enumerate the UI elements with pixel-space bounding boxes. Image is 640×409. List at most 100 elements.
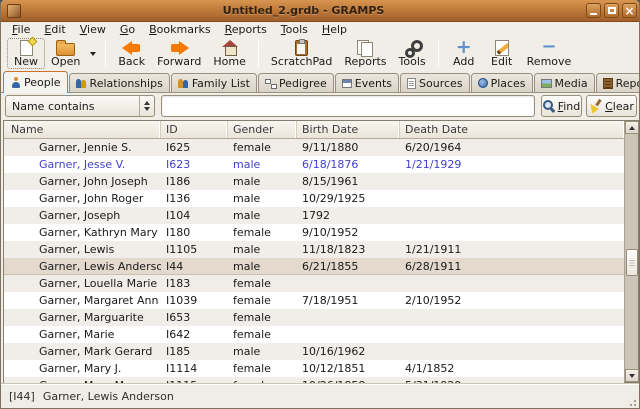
cell-id: I1105	[161, 241, 228, 258]
cell-birth	[297, 309, 400, 326]
table-row[interactable]: Garner, Jennie S.I625female9/11/18806/20…	[4, 139, 624, 156]
cell-death	[400, 173, 624, 190]
menubar: File Edit View Go Bookmarks Reports Tool…	[1, 22, 639, 37]
tab-media[interactable]: Media	[534, 73, 595, 92]
table-row[interactable]: Garner, MarguariteI653female	[4, 309, 624, 326]
table-row[interactable]: Garner, John RogerI136male10/29/1925	[4, 190, 624, 207]
table-row[interactable]: Garner, LewisI1105male11/18/18231/21/191…	[4, 241, 624, 258]
table-row[interactable]: Garner, Louella MarieI183female	[4, 275, 624, 292]
new-button[interactable]: New	[7, 38, 45, 69]
cell-name: Garner, Jesse V.	[4, 156, 161, 173]
resize-grip-icon[interactable]	[628, 398, 636, 406]
scroll-up-button[interactable]	[625, 121, 639, 134]
home-button[interactable]: Home	[207, 38, 251, 69]
scroll-down-button[interactable]	[625, 369, 639, 382]
documents-icon	[357, 40, 373, 56]
person-icon	[10, 77, 21, 88]
table-row[interactable]: Garner, Kathryn MaryI180female9/10/1952	[4, 224, 624, 241]
cell-birth: 10/12/1851	[297, 360, 400, 377]
table-row[interactable]: Garner, Mary J.I1114female10/12/18514/1/…	[4, 360, 624, 377]
forward-arrow-icon	[170, 41, 189, 55]
arrow-down-icon	[629, 374, 635, 378]
clear-button[interactable]: Clear	[586, 95, 637, 117]
close-button[interactable]: ×	[622, 3, 637, 18]
cell-death	[400, 343, 624, 360]
table-row[interactable]: Garner, Mark GerardI185male10/16/1962	[4, 343, 624, 360]
cell-gender: female	[228, 275, 297, 292]
toolbar-separator	[438, 41, 439, 67]
tab-family-list[interactable]: Family List	[171, 73, 257, 92]
table-row[interactable]: Garner, Margaret AnnI1039female7/18/1951…	[4, 292, 624, 309]
cell-death: 1/21/1929	[400, 156, 624, 173]
filter-type-select[interactable]: Name contains	[5, 95, 155, 117]
add-button[interactable]: Add	[445, 38, 483, 69]
menu-file[interactable]: File	[5, 22, 37, 37]
cell-gender: male	[228, 241, 297, 258]
menu-label: dit	[51, 23, 65, 36]
edit-button[interactable]: Edit	[483, 38, 521, 69]
scrollbar-thumb[interactable]	[626, 249, 638, 276]
titlebar[interactable]: Untitled_2.grdb - GRAMPS ×	[1, 0, 640, 22]
cell-death	[400, 190, 624, 207]
combo-spin-icon[interactable]	[139, 96, 154, 116]
column-header-id[interactable]: ID	[161, 121, 228, 138]
find-button[interactable]: Find	[541, 95, 582, 117]
cell-name: Garner, Louella Marie	[4, 275, 161, 292]
menu-go[interactable]: Go	[113, 22, 142, 37]
vertical-scrollbar[interactable]	[624, 121, 638, 382]
table-row[interactable]: Garner, Lewis AndersonI44male6/21/18556/…	[4, 258, 624, 275]
cell-id: I653	[161, 309, 228, 326]
reports-button[interactable]: Reports	[338, 38, 392, 69]
arrow-up-icon	[144, 101, 150, 105]
minus-icon	[541, 40, 556, 55]
repository-icon	[603, 78, 613, 89]
filter-search-input[interactable]	[161, 95, 535, 117]
tab-events[interactable]: Events	[335, 73, 399, 92]
table-row[interactable]: Garner, JosephI104male1792	[4, 207, 624, 224]
tools-label: Tools	[399, 56, 426, 68]
cell-birth: 10/16/1962	[297, 343, 400, 360]
tab-relationships[interactable]: Relationships	[69, 73, 170, 92]
remove-button[interactable]: Remove	[521, 38, 578, 69]
maximize-button[interactable]	[604, 3, 619, 18]
menu-reports[interactable]: Reports	[218, 22, 274, 37]
open-dropdown-button[interactable]	[86, 38, 99, 69]
table-row[interactable]: Garner, John JosephI186male8/15/1961	[4, 173, 624, 190]
back-button[interactable]: Back	[112, 38, 151, 69]
remove-label: Remove	[527, 56, 572, 68]
clear-label: Clear	[605, 100, 634, 113]
tab-places[interactable]: Places	[471, 73, 533, 92]
column-header-death-date[interactable]: Death Date	[400, 121, 624, 138]
cell-birth: 7/18/1951	[297, 292, 400, 309]
menu-view[interactable]: View	[73, 22, 113, 37]
filter-type-value: Name contains	[12, 100, 95, 113]
table-row[interactable]: Garner, MarieI642female	[4, 326, 624, 343]
cell-death	[400, 207, 624, 224]
cell-gender: male	[228, 207, 297, 224]
menu-edit[interactable]: Edit	[37, 22, 72, 37]
menu-tools[interactable]: Tools	[274, 22, 315, 37]
arrow-up-icon	[629, 126, 635, 130]
scratchpad-button[interactable]: ScratchPad	[265, 38, 339, 69]
cell-birth	[297, 326, 400, 343]
cell-name: Garner, Lewis	[4, 241, 161, 258]
tab-pedigree[interactable]: Pedigree	[258, 73, 334, 92]
minimize-button[interactable]	[586, 3, 601, 18]
menu-help[interactable]: Help	[315, 22, 354, 37]
column-header-gender[interactable]: Gender	[228, 121, 297, 138]
table-row[interactable]: Garner, Jesse V.I623male6/18/18761/21/19…	[4, 156, 624, 173]
tab-repositories[interactable]: Repositories	[596, 73, 640, 92]
source-icon	[407, 78, 416, 89]
forward-button[interactable]: Forward	[151, 38, 207, 69]
menu-bookmarks[interactable]: Bookmarks	[142, 22, 217, 37]
column-header-birth-date[interactable]: Birth Date	[297, 121, 400, 138]
home-label: Home	[213, 56, 245, 68]
tab-label: Media	[555, 77, 588, 90]
chevron-down-icon	[90, 52, 96, 56]
menu-label: ookmarks	[157, 23, 211, 36]
column-header-name[interactable]: Name	[4, 121, 161, 138]
tab-people[interactable]: People	[3, 71, 68, 93]
open-button[interactable]: Open	[45, 38, 86, 69]
tools-button[interactable]: Tools	[393, 38, 432, 69]
tab-sources[interactable]: Sources	[400, 73, 470, 92]
